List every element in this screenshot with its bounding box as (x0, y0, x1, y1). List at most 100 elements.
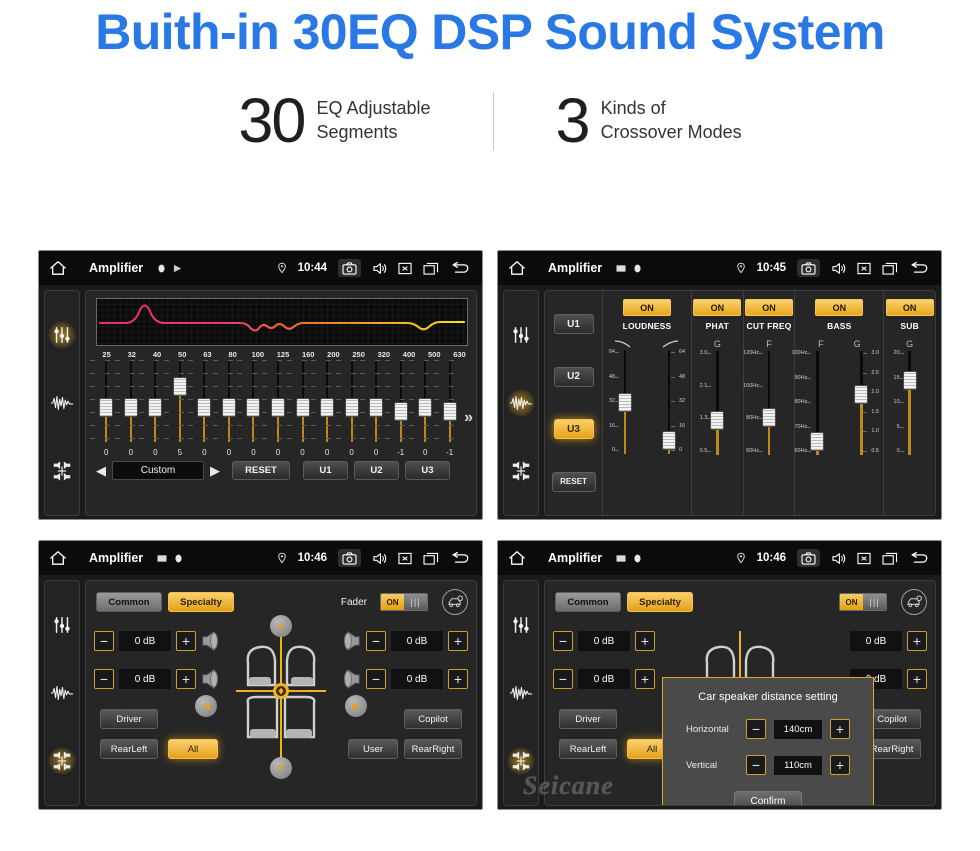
decrement-button[interactable]: − (94, 631, 114, 651)
equalizer-icon[interactable] (507, 321, 535, 349)
slider-track[interactable] (854, 351, 869, 455)
eq-slider-knob[interactable] (295, 397, 310, 417)
toggle-sub[interactable]: ON (885, 299, 934, 316)
tab-specialty[interactable]: Specialty (627, 592, 693, 612)
car-settings-icon[interactable] (442, 589, 468, 615)
position-all-button[interactable]: All (168, 739, 218, 759)
home-icon[interactable] (49, 550, 67, 566)
eq-slider-knob[interactable] (123, 397, 138, 417)
eq-slider-track[interactable] (114, 360, 138, 442)
decrement-button[interactable]: − (746, 719, 766, 739)
position-rearleft-button[interactable]: RearLeft (559, 739, 617, 759)
waveform-icon[interactable] (507, 389, 535, 417)
eq-slider-knob[interactable] (172, 376, 187, 396)
tab-common[interactable]: Common (96, 592, 162, 612)
speaker-balance-icon[interactable] (48, 747, 76, 775)
eq-slider-knob[interactable] (320, 397, 335, 417)
fader-right-button[interactable]: ▶ (344, 695, 367, 717)
confirm-button[interactable]: Confirm (734, 791, 802, 805)
slider-knob[interactable] (762, 407, 776, 427)
slider-track[interactable] (810, 351, 825, 455)
volume-icon[interactable] (372, 262, 387, 275)
fader-left-button[interactable]: ◀ (195, 695, 218, 717)
eq-slider-track[interactable] (360, 360, 384, 442)
recents-icon[interactable] (423, 262, 439, 275)
crossover-slider[interactable]: 3.0 2.5 2.0 1.5 1.0 0.5 (839, 350, 883, 459)
eq-slider-track[interactable] (163, 360, 187, 442)
eq-slider-track[interactable] (212, 360, 236, 442)
close-icon[interactable] (398, 552, 412, 565)
eq-slider-track[interactable] (409, 360, 433, 442)
decrement-button[interactable]: − (366, 631, 386, 651)
slider-track[interactable] (662, 350, 676, 454)
increment-button[interactable]: + (448, 669, 468, 689)
eq-more-icon[interactable]: » (464, 409, 473, 427)
position-driver-button[interactable]: Driver (559, 709, 617, 729)
slider-track[interactable] (902, 351, 917, 455)
eq-slider-track[interactable] (384, 360, 408, 442)
equalizer-icon[interactable] (48, 611, 76, 639)
eq-slider-track[interactable] (261, 360, 285, 442)
eq-slider-knob[interactable] (197, 397, 212, 417)
fader-up-button[interactable]: ▲ (270, 615, 292, 637)
speaker-balance-icon[interactable] (507, 747, 535, 775)
toggle-bass[interactable]: ON (815, 299, 864, 316)
slider-knob[interactable] (902, 371, 917, 391)
increment-button[interactable]: + (176, 669, 196, 689)
user-preset-u1-button[interactable]: U1 (553, 314, 594, 335)
increment-button[interactable]: + (635, 631, 655, 651)
equalizer-icon[interactable] (48, 321, 76, 349)
speaker-balance-icon[interactable] (48, 457, 76, 485)
back-icon[interactable] (909, 551, 931, 565)
crossover-slider[interactable]: 3.0 2.1 1.3 0.5 (695, 350, 739, 459)
toggle-cut-freq[interactable]: ON (745, 299, 793, 316)
increment-button[interactable]: + (907, 631, 927, 651)
decrement-button[interactable]: − (366, 669, 386, 689)
close-icon[interactable] (857, 552, 871, 565)
waveform-icon[interactable] (507, 679, 535, 707)
eq-slider-knob[interactable] (270, 397, 285, 417)
crossover-slider[interactable]: 64 48 32 16 0 (647, 349, 691, 458)
close-icon[interactable] (398, 262, 412, 275)
fader-toggle[interactable]: ON ||| (380, 593, 428, 611)
eq-slider-knob[interactable] (369, 397, 384, 417)
toggle-phat[interactable]: ON (693, 299, 742, 316)
reset-button[interactable]: RESET (232, 461, 290, 480)
slider-knob[interactable] (854, 385, 869, 404)
crossover-slider[interactable]: 20 15 10 5 0 (888, 350, 932, 459)
speaker-balance-icon[interactable] (507, 457, 535, 485)
eq-slider-knob[interactable] (221, 397, 236, 417)
decrement-button[interactable]: − (553, 631, 573, 651)
slider-knob[interactable] (618, 392, 632, 412)
eq-slider-track[interactable] (311, 360, 335, 442)
volume-icon[interactable] (831, 262, 846, 275)
home-icon[interactable] (508, 550, 526, 566)
position-copilot-button[interactable]: Copilot (404, 709, 462, 729)
camera-icon[interactable] (338, 259, 361, 277)
eq-slider-knob[interactable] (148, 397, 163, 417)
slider-track[interactable] (618, 350, 632, 454)
back-icon[interactable] (909, 261, 931, 275)
waveform-icon[interactable] (48, 389, 76, 417)
close-icon[interactable] (857, 262, 871, 275)
position-user-button[interactable]: User (348, 739, 398, 759)
position-driver-button[interactable]: Driver (100, 709, 158, 729)
back-icon[interactable] (450, 551, 472, 565)
slider-track[interactable] (710, 351, 725, 455)
camera-icon[interactable] (797, 259, 820, 277)
crossover-slider[interactable]: 120Hz 100Hz 80Hz 60Hz (743, 350, 791, 459)
decrement-button[interactable]: − (94, 669, 114, 689)
user-preset-u2-button[interactable]: U2 (553, 366, 594, 387)
tab-common[interactable]: Common (555, 592, 621, 612)
home-icon[interactable] (508, 260, 526, 276)
eq-slider-track[interactable] (139, 360, 163, 442)
preset-u2-button[interactable]: U2 (354, 461, 399, 480)
crossover-slider[interactable]: 100Hz 90Hz 80Hz 70Hz 60Hz (791, 350, 839, 459)
eq-slider-track[interactable] (90, 360, 114, 442)
slider-knob[interactable] (710, 410, 725, 430)
eq-slider-knob[interactable] (418, 397, 433, 417)
eq-slider-track[interactable] (237, 360, 261, 442)
eq-slider-knob[interactable] (442, 402, 457, 421)
position-rearleft-button[interactable]: RearLeft (100, 739, 158, 759)
position-rearright-button[interactable]: RearRight (404, 739, 462, 759)
